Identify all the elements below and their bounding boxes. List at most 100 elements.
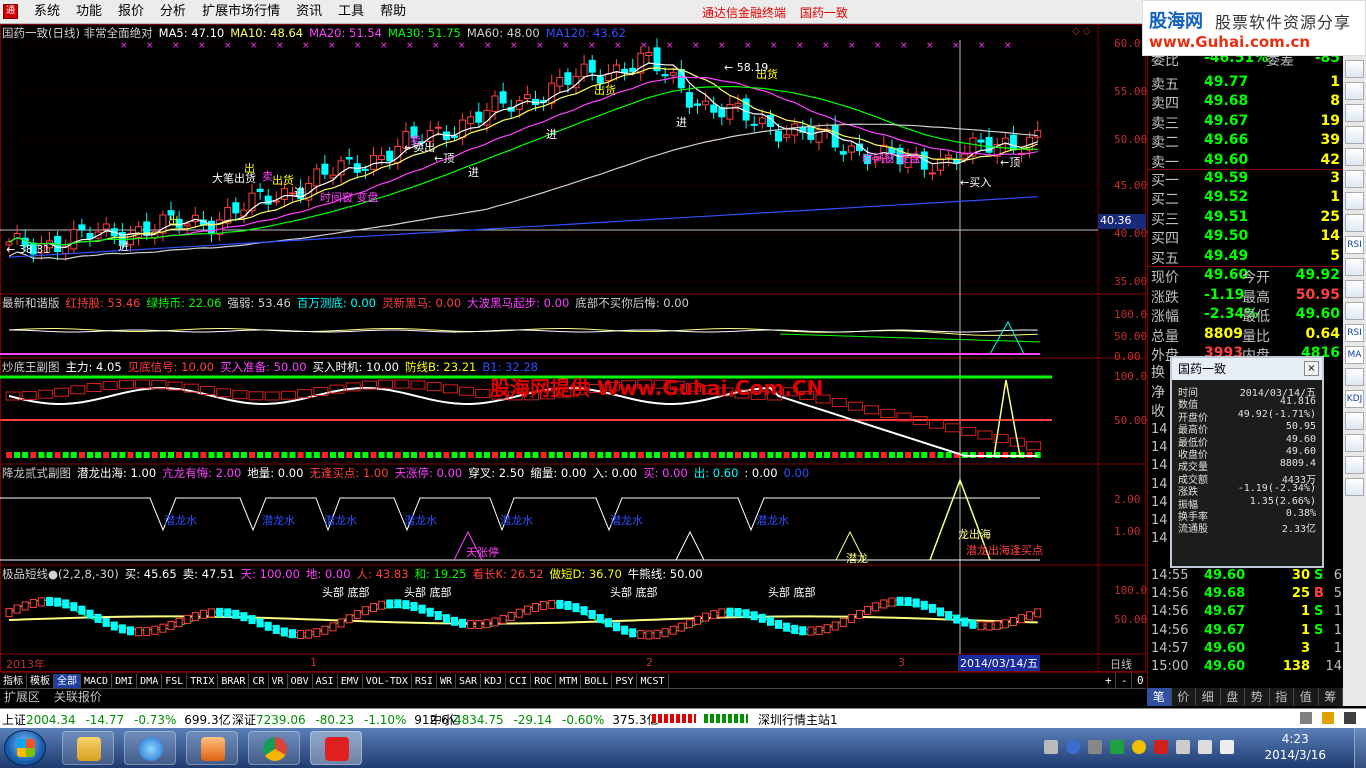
indicator-tab-emv[interactable]: EMV	[338, 674, 363, 689]
quote-tab-7[interactable]: 筹	[1319, 688, 1343, 706]
tab-control-2[interactable]: 0	[1134, 673, 1148, 688]
keyboard-icon[interactable]	[1044, 740, 1058, 754]
list-icon[interactable]	[1345, 280, 1364, 298]
table-icon[interactable]	[1345, 192, 1364, 210]
indicator-tab-wr[interactable]: WR	[437, 674, 457, 689]
quote-tab-3[interactable]: 盘	[1221, 688, 1245, 706]
flag-icon[interactable]	[1154, 740, 1168, 754]
menu-item-1[interactable]: 功能	[68, 3, 110, 21]
indicator-tab-vol-tdx[interactable]: VOL-TDX	[363, 674, 412, 689]
cross-icon[interactable]	[1345, 434, 1364, 452]
order-book-row[interactable]: 买四 49.50 14	[1148, 228, 1344, 247]
tab-control-0[interactable]: +	[1102, 673, 1116, 688]
menu-item-2[interactable]: 报价	[110, 3, 152, 21]
tick-row[interactable]: 14:55 49.60 30 S 6	[1148, 568, 1344, 586]
tick-row[interactable]: 14:56 49.68 25 B 5	[1148, 586, 1344, 604]
server-name[interactable]: 深圳行情主站1	[758, 711, 838, 728]
zoom-icon[interactable]	[1345, 82, 1364, 100]
indicator-tab-全部[interactable]: 全部	[54, 674, 81, 689]
order-book-row[interactable]: 买二 49.52 1	[1148, 189, 1344, 208]
target-icon[interactable]	[1345, 456, 1364, 474]
chart-corner-icon[interactable]: ◇ ◇	[1072, 26, 1091, 37]
line-icon[interactable]	[1345, 148, 1364, 166]
indicator-tab-psy[interactable]: PSY	[612, 674, 638, 689]
ma-tool[interactable]: MA	[1345, 346, 1364, 364]
tick-row[interactable]: 15:00 49.60 138 14	[1148, 659, 1344, 677]
indicator-tab-macd[interactable]: MACD	[81, 674, 113, 689]
tab-control-1[interactable]: -	[1118, 673, 1132, 688]
help-icon[interactable]	[1066, 740, 1080, 754]
indicator-tab-roc[interactable]: ROC	[531, 674, 557, 689]
order-book-row[interactable]: 卖二 49.66 39	[1148, 132, 1344, 151]
taskbar-media[interactable]	[186, 731, 238, 765]
kline-icon[interactable]	[1345, 258, 1364, 276]
quote-tab-4[interactable]: 势	[1245, 688, 1270, 706]
plus-icon[interactable]	[1132, 740, 1146, 754]
app-icon[interactable]: 通	[3, 4, 18, 19]
shield-icon[interactable]	[1110, 740, 1124, 754]
indicator-icon[interactable]	[1345, 302, 1364, 320]
order-book-row[interactable]: 买五 49.49 5	[1148, 248, 1344, 267]
clock[interactable]: 4:23 2014/3/16	[1264, 731, 1326, 763]
indicator-tab-cr[interactable]: CR	[249, 674, 269, 689]
sz-index[interactable]: 深证7239.06 -80.23 -1.10% 912.6亿	[232, 711, 461, 728]
menu-item-5[interactable]: 资讯	[288, 3, 330, 21]
indicator-tab-vr[interactable]: VR	[269, 674, 288, 689]
quote-tab-0[interactable]: 笔	[1147, 688, 1172, 706]
menu-item-7[interactable]: 帮助	[372, 3, 414, 21]
status-icons[interactable]	[1300, 712, 1356, 727]
quote-tab-6[interactable]: 值	[1294, 688, 1319, 706]
network-icon[interactable]	[1198, 740, 1212, 754]
indicator-tab-dma[interactable]: DMA	[137, 674, 163, 689]
order-book-row[interactable]: 卖一 49.60 42	[1148, 152, 1344, 171]
scroll-down-icon[interactable]	[1345, 478, 1364, 496]
rsi-tool-2[interactable]: RSI	[1345, 324, 1364, 342]
taskbar-chrome[interactable]	[248, 731, 300, 765]
zx-index[interactable]: 中小4834.75 -29.14 -0.60% 375.3亿	[430, 711, 659, 728]
stop-icon[interactable]	[1345, 412, 1364, 430]
indicator-tab-fsl[interactable]: FSL	[162, 674, 188, 689]
popup-title-bar[interactable]: 国药一致 ×	[1172, 358, 1322, 380]
related-quote-tab[interactable]: 关联报价	[54, 690, 102, 704]
indicator-tab-trix[interactable]: TRIX	[187, 674, 219, 689]
indicator-tab-rsi[interactable]: RSI	[412, 674, 437, 689]
kdj-tool[interactable]: KDJ	[1345, 390, 1364, 408]
indicator-tab-模板[interactable]: 模板	[27, 674, 54, 689]
indicator-tab-cci[interactable]: CCI	[506, 674, 532, 689]
menu-item-4[interactable]: 扩展市场行情	[194, 3, 288, 21]
tick-row[interactable]: 14:56 49.67 1 S 1	[1148, 623, 1344, 641]
close-icon[interactable]: ×	[1304, 361, 1319, 376]
sh-index[interactable]: 上证2004.34 -14.77 -0.73% 699.3亿	[2, 711, 231, 728]
menu-item-3[interactable]: 分析	[152, 3, 194, 21]
grid-icon[interactable]	[1345, 214, 1364, 232]
bar-icon[interactable]	[1345, 170, 1364, 188]
order-book-row[interactable]: 卖五 49.77 1	[1148, 74, 1344, 93]
quote-tab-5[interactable]: 指	[1270, 688, 1294, 706]
indicator-tab-mtm[interactable]: MTM	[556, 674, 582, 689]
order-book-row[interactable]: 买一 49.59 3	[1148, 170, 1344, 189]
volume-icon[interactable]	[1220, 740, 1234, 754]
order-book-row[interactable]: 卖三 49.67 19	[1148, 113, 1344, 132]
menu-item-6[interactable]: 工具	[330, 3, 372, 21]
indicator-tab-mcst[interactable]: MCST	[637, 674, 669, 689]
start-button[interactable]	[4, 730, 46, 766]
ext-area-tab[interactable]: 扩展区	[4, 690, 40, 704]
tick-row[interactable]: 14:56 49.67 1 S 1	[1148, 604, 1344, 622]
chart-icon[interactable]	[1345, 104, 1364, 122]
indicator-tab-obv[interactable]: OBV	[288, 674, 313, 689]
indicator-tab-asi[interactable]: ASI	[313, 674, 338, 689]
indicator-tab-brar[interactable]: BRAR	[218, 674, 250, 689]
kline-chart-area[interactable]: × × × × × × × × × × × × × × × × × × × × × × × × × × × × × × × × × × × 国药一致…	[0, 24, 1147, 672]
rsi-tool[interactable]: RSI	[1345, 236, 1364, 254]
tick-row[interactable]: 14:57 49.60 3 1	[1148, 641, 1344, 659]
tray-arrow-icon[interactable]	[1088, 740, 1102, 754]
quote-tab-1[interactable]: 价	[1172, 688, 1196, 706]
device-icon[interactable]	[1176, 740, 1190, 754]
trend-icon[interactable]	[1345, 126, 1364, 144]
taskbar-explorer[interactable]	[62, 731, 114, 765]
indicator-tab-指标[interactable]: 指标	[0, 674, 27, 689]
taskbar-tdx[interactable]	[310, 731, 362, 765]
indicator-tab-boll[interactable]: BOLL	[581, 674, 613, 689]
move-icon[interactable]	[1345, 368, 1364, 386]
period-label[interactable]: 日线	[1110, 656, 1132, 672]
